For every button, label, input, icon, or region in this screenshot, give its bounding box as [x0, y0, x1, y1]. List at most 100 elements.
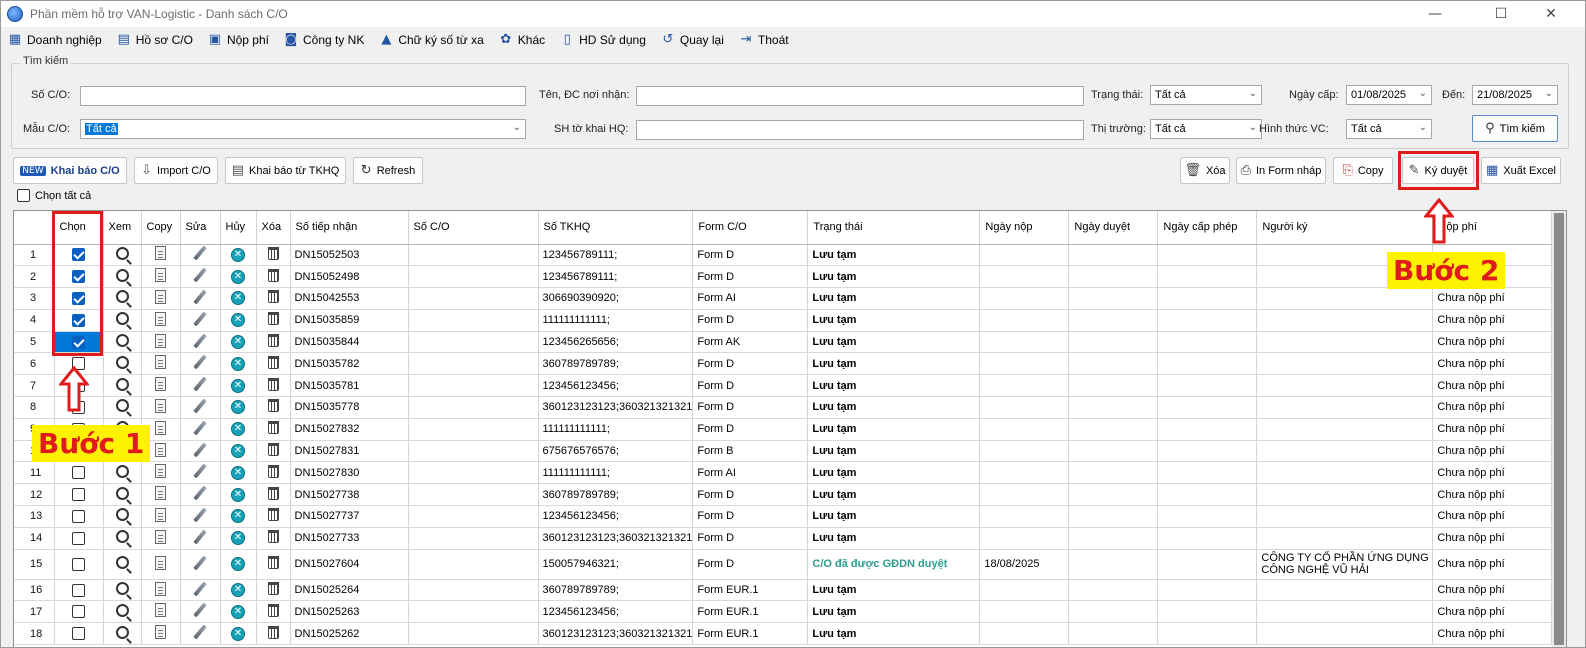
- cancel-icon[interactable]: ✕: [231, 356, 245, 371]
- row-checkbox[interactable]: [72, 509, 85, 523]
- menu-item-0[interactable]: ▦ Doanh nghiệp: [7, 32, 102, 48]
- cancel-cell[interactable]: ✕: [220, 549, 257, 580]
- table-row[interactable]: 17 ✕ DN15025263 123456123456; Form EUR.1 Lưu …: [14, 600, 1559, 624]
- column-header[interactable]: Sửa: [180, 211, 221, 245]
- copy-button[interactable]: ⎘ Copy: [1333, 157, 1393, 184]
- import-co-button[interactable]: ⇩ Import C/O: [134, 157, 218, 184]
- column-header[interactable]: Copy: [141, 211, 181, 245]
- den-date[interactable]: 21/08/2025 ⌄: [1472, 85, 1558, 105]
- copy-document-icon[interactable]: [155, 420, 166, 435]
- cancel-icon[interactable]: ✕: [231, 378, 245, 393]
- zoom-in-icon[interactable]: [115, 312, 129, 326]
- column-header[interactable]: Số TKHQ: [538, 211, 694, 245]
- edit-cell[interactable]: [180, 549, 221, 580]
- copy-document-icon[interactable]: [155, 581, 166, 596]
- view-cell[interactable]: [103, 374, 142, 398]
- row-checkbox[interactable]: [72, 557, 85, 571]
- delete-cell[interactable]: [256, 527, 291, 550]
- edit-cell[interactable]: [180, 331, 221, 354]
- view-cell[interactable]: [103, 483, 142, 507]
- cancel-icon[interactable]: ✕: [231, 335, 245, 350]
- copy-cell[interactable]: [141, 309, 181, 332]
- pencil-icon[interactable]: [193, 581, 207, 596]
- cancel-cell[interactable]: ✕: [220, 600, 257, 624]
- trash-icon[interactable]: [267, 268, 279, 282]
- pencil-icon[interactable]: [193, 624, 207, 640]
- zoom-in-icon[interactable]: [115, 486, 129, 500]
- close-button[interactable]: ✕: [1531, 3, 1571, 25]
- copy-document-icon[interactable]: [155, 377, 166, 392]
- copy-document-icon[interactable]: [155, 442, 166, 457]
- select-cell[interactable]: [54, 579, 104, 602]
- zoom-in-icon[interactable]: [115, 530, 129, 544]
- column-header[interactable]: Ngày nộp: [979, 211, 1070, 245]
- trash-icon[interactable]: [267, 290, 279, 304]
- table-row[interactable]: 2 ✕ DN15052498 123456789111; Form D Lưu tạm: [14, 265, 1559, 289]
- xuat-excel-button[interactable]: ▦ Xuất Excel: [1481, 157, 1561, 184]
- view-cell[interactable]: [103, 287, 142, 310]
- select-cell[interactable]: [54, 622, 104, 646]
- row-checkbox[interactable]: [72, 605, 85, 619]
- maximize-button[interactable]: ☐: [1481, 3, 1521, 25]
- trash-icon[interactable]: [267, 312, 279, 326]
- trang-thai-select[interactable]: Tất cả ⌄: [1150, 85, 1262, 105]
- view-cell[interactable]: [103, 244, 142, 267]
- delete-cell[interactable]: [256, 309, 291, 332]
- refresh-button[interactable]: ↻ Refresh: [353, 157, 423, 184]
- pencil-icon[interactable]: [193, 442, 207, 457]
- select-all-checkbox[interactable]: [17, 189, 30, 202]
- cancel-cell[interactable]: ✕: [220, 265, 257, 289]
- cancel-cell[interactable]: ✕: [220, 352, 257, 376]
- view-cell[interactable]: [103, 622, 142, 646]
- edit-cell[interactable]: [180, 265, 221, 289]
- so-co-input[interactable]: [80, 86, 526, 106]
- select-cell[interactable]: [54, 483, 104, 507]
- edit-cell[interactable]: [180, 527, 221, 550]
- column-header[interactable]: Xem: [103, 211, 142, 245]
- delete-cell[interactable]: [256, 396, 291, 419]
- menu-item-5[interactable]: ✿ Khác: [498, 32, 545, 48]
- delete-cell[interactable]: [256, 579, 291, 602]
- copy-document-icon[interactable]: [155, 603, 166, 618]
- copy-document-icon[interactable]: [155, 289, 166, 304]
- cancel-icon[interactable]: ✕: [231, 400, 245, 415]
- copy-cell[interactable]: [141, 352, 181, 376]
- delete-cell[interactable]: [256, 622, 291, 646]
- row-checkbox[interactable]: [72, 583, 85, 597]
- pencil-icon[interactable]: [193, 485, 207, 501]
- cancel-cell[interactable]: ✕: [220, 505, 257, 528]
- table-row[interactable]: 8 ✕ DN15035778 360123123123;360321321321 For…: [14, 396, 1559, 419]
- cancel-icon[interactable]: ✕: [231, 247, 245, 262]
- edit-cell[interactable]: [180, 483, 221, 507]
- trash-icon[interactable]: [267, 556, 279, 570]
- cancel-cell[interactable]: ✕: [220, 418, 257, 441]
- pencil-icon[interactable]: [193, 245, 207, 261]
- menu-item-4[interactable]: ▲ Chữ ký số từ xa: [378, 32, 483, 48]
- trash-icon[interactable]: [267, 377, 279, 391]
- trash-icon[interactable]: [267, 355, 279, 369]
- edit-cell[interactable]: [180, 352, 221, 376]
- delete-cell[interactable]: [256, 600, 291, 624]
- trash-icon[interactable]: [267, 582, 279, 596]
- view-cell[interactable]: [103, 600, 142, 624]
- copy-document-icon[interactable]: [155, 398, 166, 413]
- edit-cell[interactable]: [180, 287, 221, 310]
- copy-cell[interactable]: [141, 622, 181, 646]
- trash-icon[interactable]: [267, 603, 279, 617]
- trash-icon[interactable]: [267, 246, 279, 260]
- zoom-in-icon[interactable]: [115, 603, 129, 617]
- minimize-button[interactable]: —: [1415, 3, 1455, 25]
- cancel-icon[interactable]: ✕: [231, 557, 245, 572]
- pencil-icon[interactable]: [193, 311, 207, 327]
- cancel-cell[interactable]: ✕: [220, 483, 257, 507]
- zoom-in-icon[interactable]: [115, 556, 129, 570]
- copy-cell[interactable]: [141, 374, 181, 398]
- pencil-icon[interactable]: [193, 555, 207, 571]
- table-row[interactable]: 14 ✕ DN15027733 360123123123;360321321321 Fo…: [14, 527, 1559, 550]
- table-row[interactable]: 12 ✕ DN15027738 360789789789; Form D Lưu tạm C…: [14, 483, 1559, 507]
- delete-cell[interactable]: [256, 483, 291, 507]
- view-cell[interactable]: [103, 396, 142, 419]
- delete-cell[interactable]: [256, 461, 291, 485]
- delete-cell[interactable]: [256, 331, 291, 354]
- trash-icon[interactable]: [267, 464, 279, 478]
